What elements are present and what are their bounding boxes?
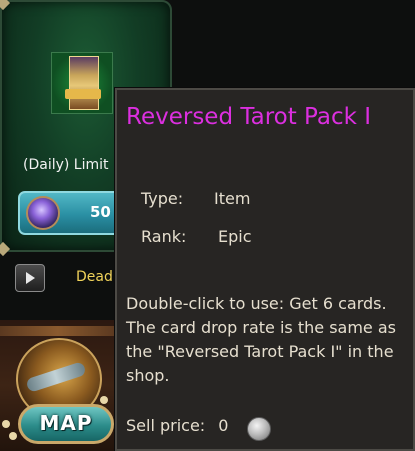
tarot-card-icon [69, 56, 99, 110]
type-value: Item [214, 189, 251, 208]
map-button[interactable]: MAP [18, 404, 114, 444]
play-button[interactable] [15, 264, 45, 292]
card-corner-ornament [0, 0, 11, 11]
item-slot[interactable] [51, 52, 113, 114]
map-label: MAP [39, 411, 93, 435]
sell-price-value: 0 [218, 416, 229, 435]
bead-ornament [2, 420, 10, 428]
type-label: Type: [141, 189, 184, 208]
bead-ornament [9, 432, 17, 440]
silver-coin-icon [247, 417, 271, 441]
frame-beam [0, 326, 115, 336]
tooltip-title: Reversed Tarot Pack I [126, 104, 372, 130]
sell-price-row: Sell price: 0 [126, 416, 228, 435]
purple-gem-icon [26, 196, 60, 230]
sell-price-label: Sell price: [126, 416, 206, 435]
bead-ornament [100, 396, 108, 404]
item-tooltip: Reversed Tarot Pack I Type: Item Rank: E… [115, 88, 415, 451]
daily-limit-label: (Daily) Limit [23, 157, 109, 173]
rank-value: Epic [218, 227, 252, 246]
card-corner-ornament [0, 241, 11, 257]
price-value: 50 [90, 203, 111, 221]
rank-label: Rank: [141, 227, 187, 246]
item-description: Double-click to use: Get 6 cards. The ca… [126, 294, 396, 385]
dead-label: Dead [76, 269, 113, 285]
item-badge [65, 89, 101, 99]
